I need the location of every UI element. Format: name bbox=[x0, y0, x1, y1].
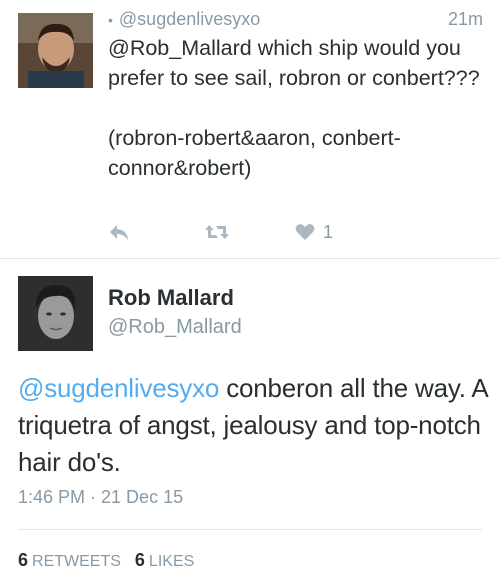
like-button[interactable]: 1 bbox=[295, 219, 333, 245]
retweets-stat[interactable]: 6 RETWEETS bbox=[18, 550, 121, 570]
retweets-label: RETWEETS bbox=[32, 553, 121, 570]
reply-icon bbox=[110, 225, 128, 240]
reply-tweet[interactable]: • @sugdenlivesyxo 21m @Rob_Mallard which … bbox=[0, 0, 500, 258]
likes-stat[interactable]: 6 LIKES bbox=[134, 550, 195, 570]
reply-text: @Rob_Mallard which ship would you prefer… bbox=[108, 36, 480, 180]
likes-count: 6 bbox=[134, 550, 145, 570]
likes-label: LIKES bbox=[148, 553, 195, 570]
like-count: 1 bbox=[323, 221, 334, 242]
reply-actions: 1 bbox=[108, 219, 348, 245]
avatar[interactable] bbox=[18, 13, 93, 88]
main-tweet: Rob Mallard @Rob_Mallard @sugdenlivesyxo… bbox=[0, 259, 500, 578]
tweet-stats: 6 RETWEETS 6 LIKES bbox=[18, 550, 194, 571]
retweets-count: 6 bbox=[18, 550, 29, 570]
retweet-icon bbox=[205, 225, 229, 239]
tweet-text: @sugdenlivesyxo conberon all the way. A … bbox=[18, 370, 493, 481]
tweet-timestamp: 1:46 PM · 21 Dec 15 bbox=[18, 487, 184, 507]
reply-time: 21m bbox=[447, 9, 483, 29]
avatar-photo bbox=[18, 276, 93, 351]
avatar-photo bbox=[18, 13, 93, 88]
reply-handle[interactable]: • @sugdenlivesyxo bbox=[108, 9, 260, 30]
author-name[interactable]: Rob Mallard bbox=[108, 285, 234, 311]
divider bbox=[18, 529, 482, 530]
avatar[interactable] bbox=[18, 276, 93, 351]
reply-button[interactable] bbox=[108, 219, 130, 245]
retweet-button[interactable] bbox=[204, 219, 230, 245]
author-handle[interactable]: @Rob_Mallard bbox=[108, 316, 242, 339]
heart-icon bbox=[295, 224, 315, 240]
mention-link[interactable]: @sugdenlivesyxo bbox=[18, 373, 219, 403]
